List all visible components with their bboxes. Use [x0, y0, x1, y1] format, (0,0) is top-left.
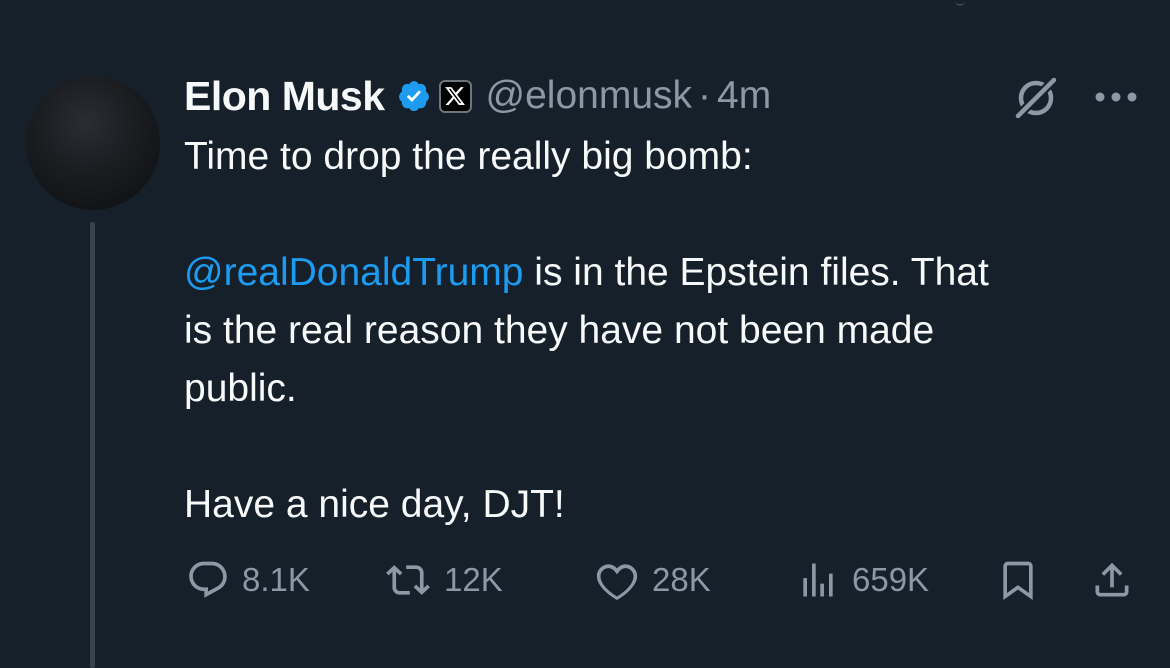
avatar[interactable]: [26, 76, 160, 210]
grok-icon[interactable]: [1012, 76, 1060, 120]
repost-icon: [386, 565, 430, 595]
mention-link[interactable]: @realDonaldTrump: [184, 251, 523, 294]
tweet-timestamp[interactable]: 4m: [717, 74, 771, 118]
verified-badge-icon[interactable]: [397, 79, 431, 113]
repost-button[interactable]: 12K: [384, 552, 503, 608]
tweet-text: Time to drop the really big bomb: @realD…: [184, 128, 1144, 534]
tweet-header: Elon Musk @elonmusk · 4m: [184, 70, 771, 122]
tweet-line: @realDonaldTrump is in the Epstein files…: [184, 244, 1144, 302]
tweet-line-rest: is in the Epstein files. That: [523, 251, 989, 294]
author-name[interactable]: Elon Musk: [184, 73, 385, 120]
tweet-line: Have a nice day, DJT!: [184, 483, 565, 526]
reply-count: 8.1K: [242, 561, 310, 598]
header-separator: ·: [698, 74, 712, 117]
x-logo-icon[interactable]: [438, 79, 472, 113]
tweet: Elon Musk @elonmusk · 4m Time to drop th…: [0, 0, 1170, 668]
tweet-line: is the real reason they have not been ma…: [184, 309, 935, 352]
reply-icon: [189, 561, 227, 598]
like-icon: [596, 564, 638, 600]
views-button[interactable]: 659K: [796, 552, 929, 608]
bookmark-icon: [1003, 561, 1033, 601]
tweet-line: public.: [184, 367, 297, 410]
like-button[interactable]: 28K: [594, 552, 711, 608]
tweet-line: Time to drop the really big bomb:: [184, 135, 753, 178]
author-handle[interactable]: @elonmusk: [486, 74, 693, 118]
more-icon[interactable]: [1094, 90, 1138, 102]
reply-button[interactable]: 8.1K: [186, 552, 310, 608]
repost-count: 12K: [444, 561, 503, 598]
views-icon: [803, 563, 833, 597]
like-count: 28K: [652, 561, 711, 598]
action-bar: 8.1K 12K 28K 659K: [0, 552, 1170, 608]
share-button[interactable]: [1090, 552, 1134, 608]
share-icon: [1095, 562, 1129, 597]
views-count: 659K: [852, 561, 930, 598]
bookmark-button[interactable]: [996, 552, 1040, 608]
top-divider: [955, 0, 965, 6]
